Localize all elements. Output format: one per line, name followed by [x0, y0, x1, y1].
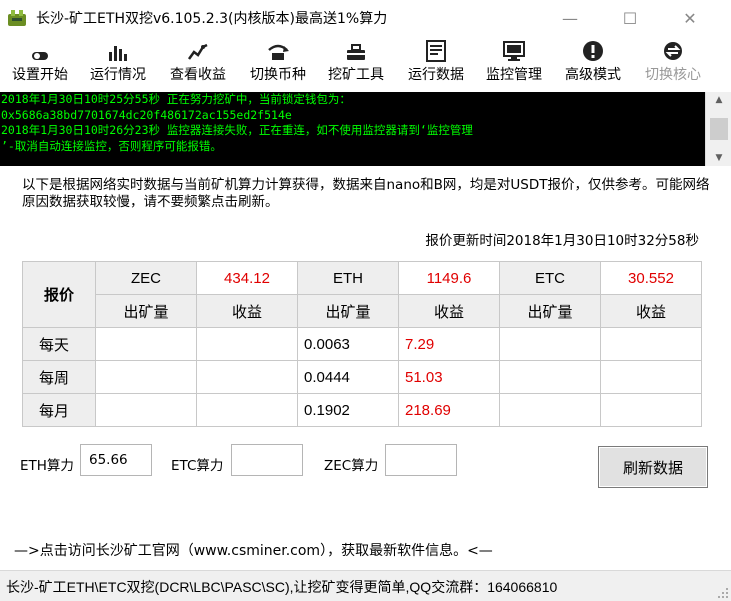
kernel-icon	[664, 42, 682, 60]
table-row: 出矿量 收益 出矿量 收益 出矿量 收益	[23, 294, 702, 328]
zec-hashrate-label: ZEC算力	[324, 458, 379, 474]
toolbar-monitor-management[interactable]: 监控管理	[476, 38, 552, 88]
title-bar: 长沙-矿工ETH双挖v6.105.2.3(内核版本)最高送1%算力 — ☐ ✕	[0, 0, 731, 36]
close-button[interactable]: ✕	[667, 0, 713, 36]
scroll-up-icon[interactable]: ▲	[706, 92, 731, 108]
table-cell	[499, 393, 601, 427]
scroll-thumb[interactable]	[710, 118, 728, 140]
window-title: 长沙-矿工ETH双挖v6.105.2.3(内核版本)最高送1%算力	[36, 11, 388, 27]
table-cell: 0.0444	[297, 360, 399, 394]
coin-name: ZEC	[95, 261, 197, 295]
log-line: ’-取消自动连接监控，否则程序可能报错。	[1, 138, 222, 153]
refresh-data-button[interactable]: 刷新数据	[598, 446, 708, 488]
toolbar-label: 运行情况	[90, 67, 146, 83]
maximize-button[interactable]: ☐	[607, 0, 653, 36]
bar-chart-icon	[109, 46, 127, 61]
toolbar-label: 挖矿工具	[328, 67, 384, 83]
toolbar-label: 监控管理	[486, 67, 542, 83]
etc-hashrate-input[interactable]	[231, 444, 303, 476]
coin-price: 434.12	[196, 261, 298, 295]
row-label: 每天	[22, 327, 96, 361]
toolbar-settings-start[interactable]: 设置开始	[4, 38, 76, 88]
toolbar-run-status[interactable]: 运行情况	[82, 38, 154, 88]
table-cell	[499, 360, 601, 394]
price-notice: 以下是根据网络实时数据与当前矿机算力计算获得，数据来自nano和B网，均是对US…	[22, 177, 710, 210]
table-cell	[95, 393, 197, 427]
document-icon	[426, 40, 446, 62]
table-cell	[95, 327, 197, 361]
scroll-down-icon[interactable]: ▼	[706, 150, 731, 166]
toolbar-advanced-mode[interactable]: 高级模式	[555, 38, 631, 88]
coin-name: ETC	[499, 261, 601, 295]
zec-hashrate-input[interactable]	[385, 444, 457, 476]
toolbar-label: 切换币种	[250, 67, 306, 83]
log-line: 2018年1月30日10时26分23秒 监控器连接失败，正在重连，如不使用监控器…	[1, 123, 473, 137]
table-cell: 218.69	[398, 393, 500, 427]
status-text: 长沙-矿工ETH\ETC双挖(DCR\LBC\PASC\SC),让挖矿变得更简单…	[6, 579, 558, 595]
minimize-button[interactable]: —	[547, 0, 593, 36]
toggle-icon	[32, 52, 48, 60]
quote-corner-label: 报价	[22, 261, 96, 328]
column-header: 收益	[398, 294, 500, 328]
status-bar: 长沙-矿工ETH\ETC双挖(DCR\LBC\PASC\SC),让挖矿变得更简单…	[0, 570, 731, 601]
price-update-time: 报价更新时间2018年1月30日10时32分58秒	[425, 233, 699, 249]
column-header: 出矿量	[95, 294, 197, 328]
table-cell	[196, 393, 298, 427]
column-header: 收益	[600, 294, 702, 328]
table-cell	[600, 393, 702, 427]
table-cell	[196, 360, 298, 394]
column-header: 出矿量	[499, 294, 601, 328]
log-line: 2018年1月30日10时25分55秒 正在努力挖矿中，当前锁定钱包为：	[1, 92, 351, 106]
table-cell: 7.29	[398, 327, 500, 361]
table-cell: 0.0063	[297, 327, 399, 361]
toolbar-label: 高级模式	[565, 67, 621, 83]
price-table: 报价 ZEC 434.12 ETH 1149.6 ETC 30.552 出矿量 …	[22, 261, 702, 427]
toolbar-label: 运行数据	[408, 67, 464, 83]
official-website-link[interactable]: —>点击访问长沙矿工官网（www.csminer.com），获取最新软件信息。<…	[14, 540, 493, 560]
coin-name: ETH	[297, 261, 399, 295]
miner-app-icon	[8, 10, 26, 26]
toolbar-run-data[interactable]: 运行数据	[398, 38, 474, 88]
table-row: 每月 0.1902 218.69	[22, 393, 702, 427]
table-cell	[95, 360, 197, 394]
column-header: 收益	[196, 294, 298, 328]
table-cell: 0.1902	[297, 393, 399, 427]
coin-price: 30.552	[600, 261, 702, 295]
table-row: 每周 0.0444 51.03	[22, 360, 702, 394]
table-cell	[600, 360, 702, 394]
main-toolbar: 设置开始 运行情况 查看收益 切换币种 挖矿工具 运行数据 监控管理 高级模式 …	[0, 38, 731, 88]
table-cell: 51.03	[398, 360, 500, 394]
row-label: 每周	[22, 360, 96, 394]
table-row: 报价 ZEC 434.12 ETH 1149.6 ETC 30.552	[22, 261, 702, 328]
table-cell	[600, 327, 702, 361]
log-scrollbar[interactable]: ▲ ▼	[705, 92, 731, 166]
alert-icon	[583, 41, 603, 61]
resize-grip-icon[interactable]	[717, 587, 729, 599]
line-chart-icon	[187, 43, 208, 60]
column-header: 出矿量	[297, 294, 399, 328]
toolbar-label: 查看收益	[170, 67, 226, 83]
eth-hashrate-input[interactable]: 65.66	[80, 444, 152, 476]
etc-hashrate-label: ETC算力	[171, 458, 224, 474]
toolbar-label: 设置开始	[12, 67, 68, 83]
toolbar-view-earnings[interactable]: 查看收益	[160, 38, 236, 88]
mining-log-console[interactable]: 2018年1月30日10时25分55秒 正在努力挖矿中，当前锁定钱包为： 0x5…	[0, 92, 705, 166]
table-row: 每天 0.0063 7.29	[22, 327, 702, 361]
log-line: 0x5686a38bd7701674dc20f486172ac155ed2f51…	[1, 107, 292, 122]
table-cell	[499, 327, 601, 361]
toolbar-label: 切换核心	[645, 67, 701, 83]
table-cell	[196, 327, 298, 361]
eth-hashrate-label: ETH算力	[20, 458, 74, 474]
toolbar-mining-tools[interactable]: 挖矿工具	[318, 38, 394, 88]
coin-price: 1149.6	[398, 261, 500, 295]
toolbar-switch-coin[interactable]: 切换币种	[240, 38, 316, 88]
switch-icon	[268, 44, 289, 60]
tools-icon	[347, 44, 365, 60]
toolbar-switch-kernel[interactable]: 切换核心	[635, 38, 711, 88]
monitor-icon	[503, 41, 525, 61]
row-label: 每月	[22, 393, 96, 427]
